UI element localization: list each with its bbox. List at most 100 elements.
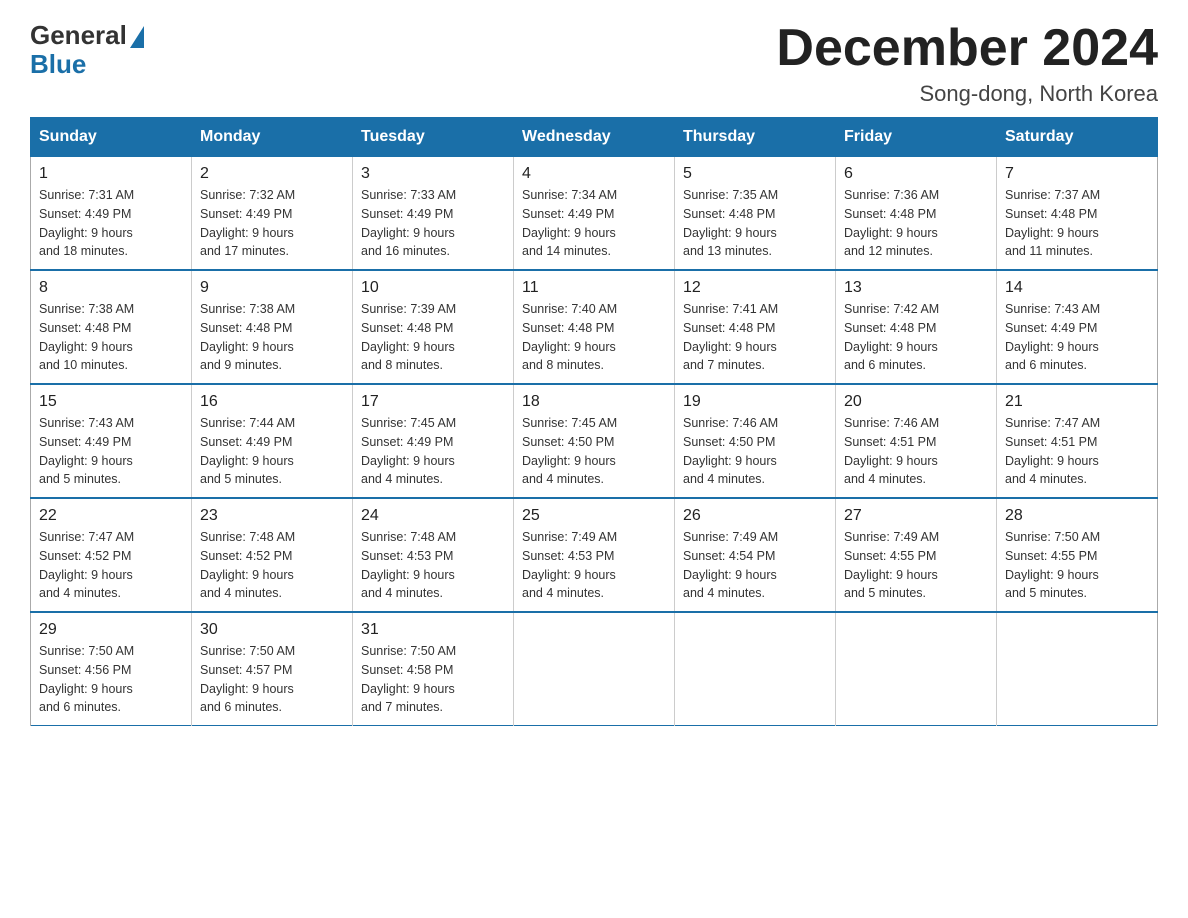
col-friday: Friday [836, 118, 997, 157]
day-number: 3 [361, 165, 505, 183]
calendar-cell: 5 Sunrise: 7:35 AM Sunset: 4:48 PM Dayli… [675, 157, 836, 271]
day-info: Sunrise: 7:49 AM Sunset: 4:55 PM Dayligh… [844, 528, 988, 603]
day-number: 15 [39, 393, 183, 411]
day-info: Sunrise: 7:42 AM Sunset: 4:48 PM Dayligh… [844, 300, 988, 375]
day-number: 17 [361, 393, 505, 411]
calendar-week-row: 8 Sunrise: 7:38 AM Sunset: 4:48 PM Dayli… [31, 270, 1158, 384]
day-info: Sunrise: 7:35 AM Sunset: 4:48 PM Dayligh… [683, 186, 827, 261]
day-number: 22 [39, 507, 183, 525]
logo-blue-text: Blue [30, 49, 86, 80]
location-text: Song-dong, North Korea [776, 81, 1158, 107]
day-number: 18 [522, 393, 666, 411]
month-title: December 2024 [776, 20, 1158, 77]
day-number: 23 [200, 507, 344, 525]
calendar-cell: 4 Sunrise: 7:34 AM Sunset: 4:49 PM Dayli… [514, 157, 675, 271]
day-info: Sunrise: 7:38 AM Sunset: 4:48 PM Dayligh… [39, 300, 183, 375]
calendar-cell [836, 612, 997, 726]
logo-triangle-icon [130, 26, 144, 48]
logo: General Blue [30, 20, 144, 80]
calendar-cell [514, 612, 675, 726]
calendar-cell: 25 Sunrise: 7:49 AM Sunset: 4:53 PM Dayl… [514, 498, 675, 612]
day-number: 25 [522, 507, 666, 525]
day-info: Sunrise: 7:47 AM Sunset: 4:51 PM Dayligh… [1005, 414, 1149, 489]
calendar-cell: 2 Sunrise: 7:32 AM Sunset: 4:49 PM Dayli… [192, 157, 353, 271]
calendar-cell: 14 Sunrise: 7:43 AM Sunset: 4:49 PM Dayl… [997, 270, 1158, 384]
day-info: Sunrise: 7:41 AM Sunset: 4:48 PM Dayligh… [683, 300, 827, 375]
day-info: Sunrise: 7:38 AM Sunset: 4:48 PM Dayligh… [200, 300, 344, 375]
calendar-cell: 18 Sunrise: 7:45 AM Sunset: 4:50 PM Dayl… [514, 384, 675, 498]
day-info: Sunrise: 7:43 AM Sunset: 4:49 PM Dayligh… [1005, 300, 1149, 375]
calendar-cell: 20 Sunrise: 7:46 AM Sunset: 4:51 PM Dayl… [836, 384, 997, 498]
calendar-cell: 16 Sunrise: 7:44 AM Sunset: 4:49 PM Dayl… [192, 384, 353, 498]
day-number: 28 [1005, 507, 1149, 525]
calendar-cell: 7 Sunrise: 7:37 AM Sunset: 4:48 PM Dayli… [997, 157, 1158, 271]
day-info: Sunrise: 7:50 AM Sunset: 4:57 PM Dayligh… [200, 642, 344, 717]
calendar-cell: 3 Sunrise: 7:33 AM Sunset: 4:49 PM Dayli… [353, 157, 514, 271]
col-monday: Monday [192, 118, 353, 157]
calendar-cell: 21 Sunrise: 7:47 AM Sunset: 4:51 PM Dayl… [997, 384, 1158, 498]
calendar-cell: 30 Sunrise: 7:50 AM Sunset: 4:57 PM Dayl… [192, 612, 353, 726]
day-number: 24 [361, 507, 505, 525]
calendar-cell: 27 Sunrise: 7:49 AM Sunset: 4:55 PM Dayl… [836, 498, 997, 612]
calendar-week-row: 15 Sunrise: 7:43 AM Sunset: 4:49 PM Dayl… [31, 384, 1158, 498]
calendar-cell: 17 Sunrise: 7:45 AM Sunset: 4:49 PM Dayl… [353, 384, 514, 498]
day-info: Sunrise: 7:43 AM Sunset: 4:49 PM Dayligh… [39, 414, 183, 489]
day-info: Sunrise: 7:34 AM Sunset: 4:49 PM Dayligh… [522, 186, 666, 261]
day-info: Sunrise: 7:49 AM Sunset: 4:53 PM Dayligh… [522, 528, 666, 603]
day-number: 10 [361, 279, 505, 297]
col-tuesday: Tuesday [353, 118, 514, 157]
day-info: Sunrise: 7:40 AM Sunset: 4:48 PM Dayligh… [522, 300, 666, 375]
calendar-cell: 10 Sunrise: 7:39 AM Sunset: 4:48 PM Dayl… [353, 270, 514, 384]
day-info: Sunrise: 7:45 AM Sunset: 4:49 PM Dayligh… [361, 414, 505, 489]
day-number: 31 [361, 621, 505, 639]
logo-general-text: General [30, 20, 127, 51]
day-number: 21 [1005, 393, 1149, 411]
col-wednesday: Wednesday [514, 118, 675, 157]
day-info: Sunrise: 7:48 AM Sunset: 4:52 PM Dayligh… [200, 528, 344, 603]
day-info: Sunrise: 7:46 AM Sunset: 4:50 PM Dayligh… [683, 414, 827, 489]
day-info: Sunrise: 7:31 AM Sunset: 4:49 PM Dayligh… [39, 186, 183, 261]
day-info: Sunrise: 7:50 AM Sunset: 4:56 PM Dayligh… [39, 642, 183, 717]
day-number: 11 [522, 279, 666, 297]
day-info: Sunrise: 7:39 AM Sunset: 4:48 PM Dayligh… [361, 300, 505, 375]
day-number: 14 [1005, 279, 1149, 297]
calendar-cell: 6 Sunrise: 7:36 AM Sunset: 4:48 PM Dayli… [836, 157, 997, 271]
day-info: Sunrise: 7:46 AM Sunset: 4:51 PM Dayligh… [844, 414, 988, 489]
day-number: 20 [844, 393, 988, 411]
day-number: 13 [844, 279, 988, 297]
calendar-cell: 24 Sunrise: 7:48 AM Sunset: 4:53 PM Dayl… [353, 498, 514, 612]
day-number: 4 [522, 165, 666, 183]
calendar-cell: 31 Sunrise: 7:50 AM Sunset: 4:58 PM Dayl… [353, 612, 514, 726]
day-number: 2 [200, 165, 344, 183]
calendar-week-row: 22 Sunrise: 7:47 AM Sunset: 4:52 PM Dayl… [31, 498, 1158, 612]
day-number: 6 [844, 165, 988, 183]
day-info: Sunrise: 7:36 AM Sunset: 4:48 PM Dayligh… [844, 186, 988, 261]
calendar-cell [997, 612, 1158, 726]
day-info: Sunrise: 7:45 AM Sunset: 4:50 PM Dayligh… [522, 414, 666, 489]
col-sunday: Sunday [31, 118, 192, 157]
col-saturday: Saturday [997, 118, 1158, 157]
calendar-table: Sunday Monday Tuesday Wednesday Thursday… [30, 117, 1158, 726]
day-number: 8 [39, 279, 183, 297]
day-number: 19 [683, 393, 827, 411]
day-info: Sunrise: 7:33 AM Sunset: 4:49 PM Dayligh… [361, 186, 505, 261]
calendar-cell: 19 Sunrise: 7:46 AM Sunset: 4:50 PM Dayl… [675, 384, 836, 498]
day-number: 29 [39, 621, 183, 639]
day-info: Sunrise: 7:32 AM Sunset: 4:49 PM Dayligh… [200, 186, 344, 261]
day-number: 1 [39, 165, 183, 183]
day-number: 12 [683, 279, 827, 297]
day-info: Sunrise: 7:50 AM Sunset: 4:58 PM Dayligh… [361, 642, 505, 717]
calendar-cell: 29 Sunrise: 7:50 AM Sunset: 4:56 PM Dayl… [31, 612, 192, 726]
day-info: Sunrise: 7:47 AM Sunset: 4:52 PM Dayligh… [39, 528, 183, 603]
day-info: Sunrise: 7:48 AM Sunset: 4:53 PM Dayligh… [361, 528, 505, 603]
calendar-cell: 8 Sunrise: 7:38 AM Sunset: 4:48 PM Dayli… [31, 270, 192, 384]
day-info: Sunrise: 7:44 AM Sunset: 4:49 PM Dayligh… [200, 414, 344, 489]
calendar-cell: 12 Sunrise: 7:41 AM Sunset: 4:48 PM Dayl… [675, 270, 836, 384]
calendar-cell: 28 Sunrise: 7:50 AM Sunset: 4:55 PM Dayl… [997, 498, 1158, 612]
day-number: 16 [200, 393, 344, 411]
day-number: 5 [683, 165, 827, 183]
page-header: General Blue December 2024 Song-dong, No… [30, 20, 1158, 107]
calendar-week-row: 1 Sunrise: 7:31 AM Sunset: 4:49 PM Dayli… [31, 157, 1158, 271]
calendar-cell: 13 Sunrise: 7:42 AM Sunset: 4:48 PM Dayl… [836, 270, 997, 384]
day-info: Sunrise: 7:37 AM Sunset: 4:48 PM Dayligh… [1005, 186, 1149, 261]
